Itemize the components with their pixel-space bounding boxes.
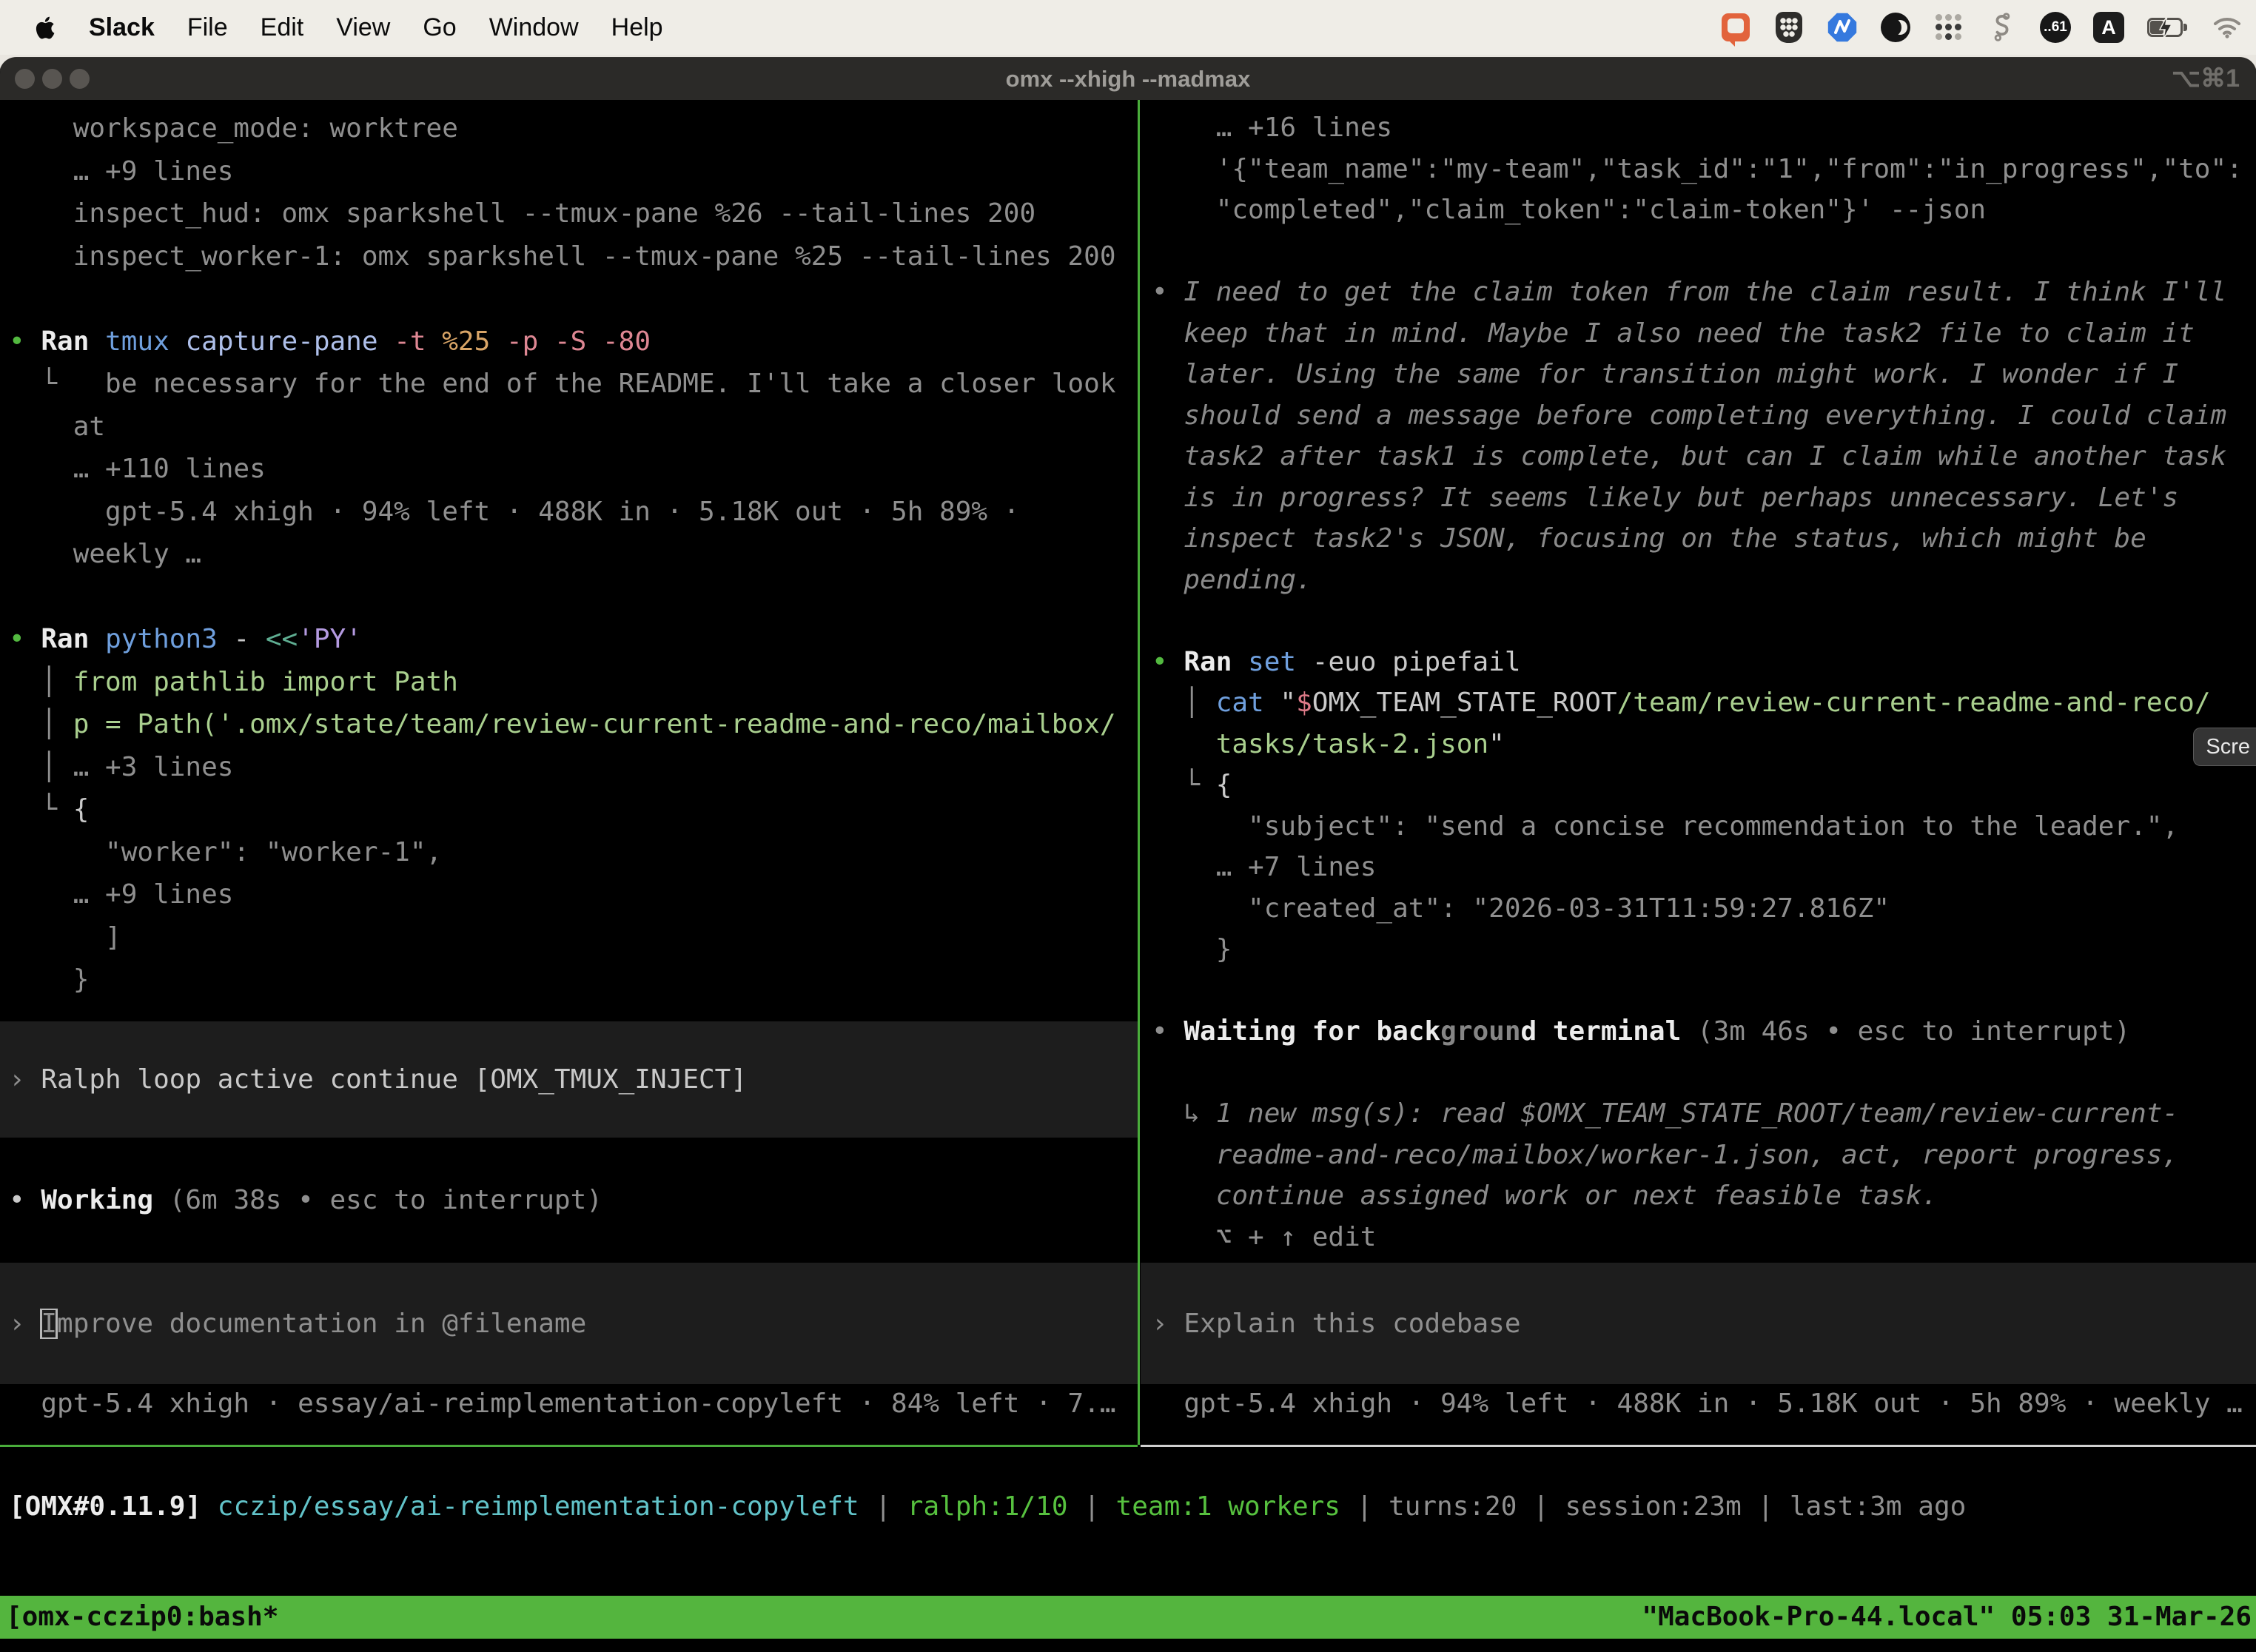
right-pane-border (1141, 1445, 2256, 1447)
screen-capture-tooltip: Scre (2193, 728, 2256, 766)
a-badge-icon[interactable]: A (2093, 12, 2124, 43)
terminal-line: … +9 lines (9, 873, 1135, 916)
terminal-line: readme-and-reco/mailbox/worker-1.json, a… (1152, 1135, 2256, 1176)
terminal-line: • I need to get the claim token from the… (1152, 272, 2256, 313)
terminal-line (1152, 1052, 2256, 1094)
terminal-line: "created_at": "2026-03-31T11:59:27.816Z" (1152, 888, 2256, 930)
terminal-line: continue assigned work or next feasible … (1152, 1175, 2256, 1217)
terminal-line: later. Using the same for transition mig… (1152, 354, 2256, 395)
left-pane-output[interactable]: workspace_mode: worktree … +9 lines insp… (9, 107, 1135, 1001)
terminal-line: • Ran tmux capture-pane -t %25 -p -S -80 (9, 320, 1135, 363)
terminal-line: task2 after task1 is complete, but can I… (1152, 436, 2256, 477)
right-prompt-input[interactable]: › Explain this codebase (1141, 1263, 2256, 1384)
terminal-line: › Explain this codebase (1152, 1309, 1521, 1339)
menu-extras: ..61 A (1720, 12, 2243, 43)
terminal-line: … +7 lines (1152, 847, 2256, 888)
right-model-status: gpt-5.4 xhigh · 94% left · 488K in · 5.1… (1152, 1383, 2255, 1425)
battery-icon[interactable] (2146, 12, 2189, 43)
terminal-line: workspace_mode: worktree (9, 107, 1135, 150)
menu-item-edit[interactable]: Edit (261, 13, 304, 42)
terminal-line: [OMX#0.11.9] cczip/essay/ai-reimplementa… (9, 1485, 1966, 1528)
terminal-line: is in progress? It seems likely but perh… (1152, 477, 2256, 519)
terminal-line: should send a message before completing … (1152, 395, 2256, 437)
terminal-line: ] (9, 916, 1135, 959)
menu-bar: Slack File Edit View Go Window Help ..61 A (0, 0, 2256, 55)
terminal-line: … +110 lines (9, 448, 1135, 491)
menu-item-file[interactable]: File (187, 13, 228, 42)
terminal-line: pending. (1152, 560, 2256, 601)
terminal-line: • Working (6m 38s • esc to interrupt) (9, 1179, 602, 1221)
terminal-line: inspect_worker-1: omx sparkshell --tmux-… (9, 235, 1135, 278)
terminal-line: gpt-5.4 xhigh · 94% left · 488K in · 5.1… (1152, 1383, 2255, 1425)
omx-status-line: [OMX#0.11.9] cczip/essay/ai-reimplementa… (9, 1485, 1966, 1528)
window-title: omx --xhigh --madmax (0, 58, 2256, 100)
terminal-line: gpt-5.4 xhigh · 94% left · 488K in · 5.1… (9, 491, 1135, 534)
terminal-line: at (9, 406, 1135, 449)
tmux-status-bar[interactable]: [omx-cczip0:bash* "MacBook-Pro-44.local"… (0, 1596, 2256, 1639)
terminal-line: weekly … (9, 533, 1135, 576)
chat-icon[interactable] (1720, 12, 1751, 43)
terminal-line: } (9, 958, 1135, 1001)
terminal-line (9, 278, 1135, 320)
left-prompt-input[interactable]: › Improve documentation in @filename (0, 1263, 1138, 1384)
terminal-line: … +9 lines (9, 150, 1135, 193)
window-title-bar[interactable]: omx --xhigh --madmax ⌥⌘1 (0, 58, 2256, 100)
working-status: • Working (6m 38s • esc to interrupt) (9, 1179, 602, 1221)
menu-item-view[interactable]: View (336, 13, 390, 42)
terminal-line: gpt-5.4 xhigh · essay/ai-reimplementatio… (9, 1383, 1135, 1425)
badge-61-icon[interactable]: ..61 (2040, 12, 2071, 43)
terminal-content[interactable]: workspace_mode: worktree … +9 lines insp… (0, 100, 2256, 1652)
left-pane-border (0, 1445, 1138, 1447)
terminal-line: ⌥ + ↑ edit (1152, 1217, 2256, 1258)
menu-item-slack[interactable]: Slack (89, 13, 155, 42)
terminal-line: └ be necessary for the end of the README… (9, 363, 1135, 406)
terminal-line (1152, 231, 2256, 272)
terminal-line: "worker": "worker-1", (9, 831, 1135, 874)
terminal-line: keep that in mind. Maybe I also need the… (1152, 313, 2256, 355)
terminal-line: › Ralph loop active continue [OMX_TMUX_I… (9, 1064, 747, 1095)
terminal-line: │ p = Path('.omx/state/team/review-curre… (9, 703, 1135, 746)
terminal-line (9, 576, 1135, 619)
terminal-line: "completed","claim_token":"claim-token"}… (1152, 189, 2256, 231)
apple-icon[interactable] (34, 13, 59, 42)
pane-divider[interactable] (1138, 100, 1140, 1445)
blue-badge-icon[interactable] (1827, 12, 1858, 43)
menu-item-help[interactable]: Help (611, 13, 663, 42)
wifi-icon[interactable] (2212, 12, 2243, 43)
terminal-line: inspect task2's JSON, focusing on the st… (1152, 518, 2256, 560)
terminal-line: … +16 lines (1152, 107, 2256, 149)
terminal-window: omx --xhigh --madmax ⌥⌘1 workspace_mode:… (0, 58, 2256, 1652)
ralph-loop-banner: › Ralph loop active continue [OMX_TMUX_I… (0, 1021, 1138, 1138)
terminal-line: ↳ 1 new msg(s): read $OMX_TEAM_STATE_ROO… (1152, 1093, 2256, 1135)
terminal-line: • Ran set -euo pipefail (1152, 642, 2256, 683)
terminal-line: │ … +3 lines (9, 746, 1135, 789)
menu-item-window[interactable]: Window (489, 13, 579, 42)
terminal-line: '{"team_name":"my-team","task_id":"1","f… (1152, 149, 2256, 190)
terminal-line: │ cat "$OMX_TEAM_STATE_ROOT/team/review-… (1152, 682, 2256, 724)
left-model-status: gpt-5.4 xhigh · essay/ai-reimplementatio… (9, 1383, 1135, 1425)
right-pane-output[interactable]: … +16 lines '{"team_name":"my-team","tas… (1152, 107, 2256, 1258)
terminal-line: │ from pathlib import Path (9, 661, 1135, 704)
terminal-line: } (1152, 929, 2256, 970)
terminal-line: • Waiting for background terminal (3m 46… (1152, 1011, 2256, 1052)
window-shortcut-badge: ⌥⌘1 (2172, 58, 2240, 100)
tooltip-label: Scre (2206, 735, 2250, 759)
terminal-line: tasks/task-2.json" (1152, 724, 2256, 765)
shield-icon[interactable] (1773, 12, 1805, 43)
terminal-line: └ { (9, 788, 1135, 831)
tmux-session-label: [omx-cczip0:bash* (6, 1596, 278, 1639)
terminal-line: "subject": "send a concise recommendatio… (1152, 806, 2256, 847)
menu-items: Slack File Edit View Go Window Help (89, 13, 663, 42)
menu-item-go[interactable]: Go (423, 13, 456, 42)
terminal-line: • Ran python3 - <<'PY' (9, 618, 1135, 661)
dots-grid-icon[interactable] (1933, 12, 1964, 43)
s-curve-icon[interactable] (1987, 12, 2018, 43)
terminal-line (1152, 600, 2256, 642)
tmux-host-clock: "MacBook-Pro-44.local" 05:03 31-Mar-26 (1642, 1596, 2252, 1639)
terminal-line: › Improve documentation in @filename (9, 1309, 586, 1339)
moon-icon[interactable] (1880, 12, 1911, 43)
terminal-line (1152, 970, 2256, 1012)
terminal-line: └ { (1152, 765, 2256, 806)
terminal-line: inspect_hud: omx sparkshell --tmux-pane … (9, 192, 1135, 235)
